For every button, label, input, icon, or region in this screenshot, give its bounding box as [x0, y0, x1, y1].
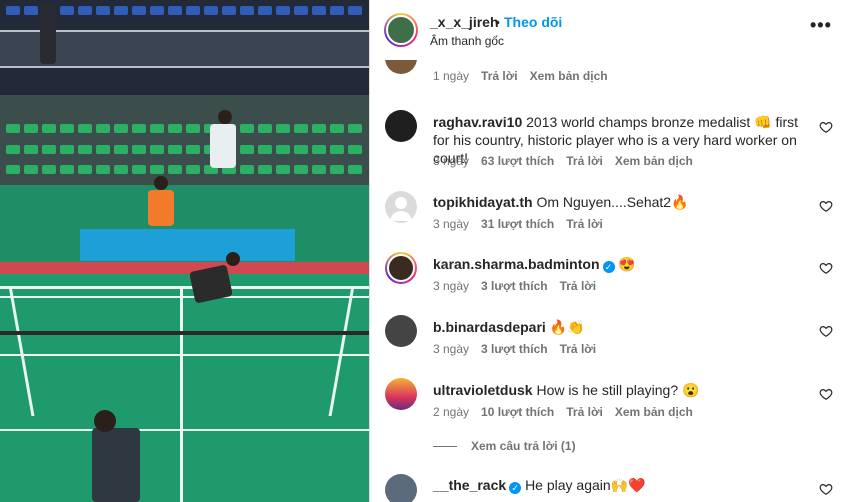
comment-body: ultravioletdusk How is he still playing?…	[433, 381, 803, 399]
comment-likes[interactable]: 10 lượt thích	[481, 405, 554, 419]
comment-username[interactable]: __the_rack	[433, 477, 506, 493]
comment-username[interactable]: b.binardasdepari	[433, 319, 546, 335]
header-separator: •	[495, 14, 500, 30]
reply-button[interactable]: Trả lời	[566, 405, 603, 419]
verified-badge-icon: ✓	[602, 261, 615, 273]
video-bleachers	[0, 95, 369, 185]
comment-likes[interactable]: 3 lượt thích	[481, 342, 548, 356]
translate-button[interactable]: Xem bản dịch	[615, 154, 693, 168]
video-banner	[80, 229, 295, 261]
like-heart-icon[interactable]	[819, 387, 833, 401]
post-header: _x_x_jireh • Theo dõi Âm thanh gốc •••	[370, 0, 842, 60]
comment-text: 😍	[618, 256, 636, 272]
comment-avatar[interactable]	[385, 60, 417, 74]
video-bystander	[210, 124, 236, 168]
comment-avatar[interactable]	[385, 110, 417, 142]
comment-likes[interactable]: 31 lượt thích	[481, 217, 554, 231]
view-replies-button[interactable]: Xem câu trả lời (1)	[433, 439, 576, 453]
reply-button[interactable]: Trả lời	[481, 69, 518, 83]
comment-avatar[interactable]	[385, 252, 417, 284]
video-coach	[148, 190, 174, 226]
like-heart-icon[interactable]	[819, 199, 833, 213]
translate-button[interactable]: Xem bản dịch	[615, 405, 693, 419]
video-court	[0, 274, 369, 502]
comment-time: 3 ngày	[433, 217, 470, 231]
comment-username[interactable]: raghav.ravi10	[433, 114, 522, 130]
comment-avatar[interactable]	[385, 378, 417, 410]
comment-text: How is he still playing? 😮	[536, 382, 700, 398]
video-net	[0, 331, 369, 335]
reply-button[interactable]: Trả lời	[566, 154, 603, 168]
comment-time: 2 ngày	[433, 405, 470, 419]
comment-time: 3 ngày	[433, 154, 470, 168]
like-heart-icon[interactable]	[819, 324, 833, 338]
reply-button[interactable]: Trả lời	[560, 279, 597, 293]
comment-username[interactable]: ultravioletdusk	[433, 382, 533, 398]
comment-text: Om Nguyen....Sehat2🔥	[536, 194, 689, 210]
comment-avatar[interactable]	[385, 315, 417, 347]
audio-label[interactable]: Âm thanh gốc	[430, 34, 504, 48]
more-options-icon[interactable]: •••	[810, 15, 832, 36]
comment-body: karan.sharma.badminton ✓ 😍	[433, 255, 803, 273]
video-player-front	[92, 428, 140, 502]
reply-button[interactable]: Trả lời	[560, 342, 597, 356]
comments-panel: _x_x_jireh • Theo dõi Âm thanh gốc ••• 1…	[369, 0, 842, 502]
translate-button[interactable]: Xem bản dịch	[530, 69, 608, 83]
comment-body: __the_rack ✓ He play again🙌❤️	[433, 476, 803, 494]
comment-meta: 3 ngày 31 lượt thích Trả lời	[433, 217, 603, 231]
author-avatar[interactable]	[384, 13, 418, 47]
view-replies-label: Xem câu trả lời (1)	[471, 439, 576, 453]
reel-video[interactable]	[0, 0, 369, 502]
comment-body: topikhidayat.th Om Nguyen....Sehat2🔥	[433, 193, 803, 211]
reply-button[interactable]: Trả lời	[566, 217, 603, 231]
comment-time: 1 ngày	[433, 69, 470, 83]
video-spectator	[40, 4, 56, 64]
comment-meta: 3 ngày 63 lượt thích Trả lời Xem bản dịc…	[433, 154, 693, 168]
comment-meta: 3 ngày 3 lượt thích Trả lời	[433, 279, 596, 293]
comment-body: b.binardasdepari 🔥👏	[433, 318, 803, 336]
video-red-strip	[0, 262, 369, 274]
comment-text: 🔥👏	[549, 319, 585, 335]
author-username[interactable]: _x_x_jireh	[430, 14, 499, 30]
like-heart-icon[interactable]	[819, 120, 833, 134]
comment-username[interactable]: karan.sharma.badminton	[433, 256, 600, 272]
comment-text: He play again🙌❤️	[525, 477, 646, 493]
comment-likes[interactable]: 63 lượt thích	[481, 154, 554, 168]
app-root: _x_x_jireh • Theo dõi Âm thanh gốc ••• 1…	[0, 0, 842, 502]
like-heart-icon[interactable]	[819, 482, 833, 496]
comment-username[interactable]: topikhidayat.th	[433, 194, 533, 210]
follow-button[interactable]: Theo dõi	[504, 14, 562, 30]
comment-time: 3 ngày	[433, 279, 470, 293]
comment-meta: 1 ngày Trả lời Xem bản dịch	[433, 69, 608, 83]
comment-meta: 3 ngày 3 lượt thích Trả lời	[433, 342, 596, 356]
comment-time: 3 ngày	[433, 342, 470, 356]
comment-avatar[interactable]	[385, 474, 417, 502]
comment-list: 1 ngày Trả lời Xem bản dịch raghav.ravi1…	[370, 60, 842, 502]
verified-badge-icon: ✓	[509, 482, 522, 494]
comment-meta: 2 ngày 10 lượt thích Trả lời Xem bản dịc…	[433, 405, 693, 419]
view-replies-line	[433, 445, 457, 447]
comment-avatar[interactable]	[385, 191, 417, 223]
like-heart-icon[interactable]	[819, 261, 833, 275]
comment-likes[interactable]: 3 lượt thích	[481, 279, 548, 293]
